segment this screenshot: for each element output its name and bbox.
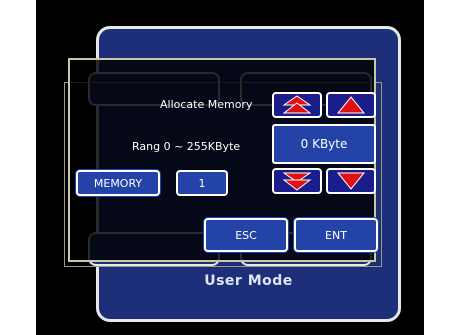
fast-up-button[interactable] — [272, 92, 322, 118]
up-button[interactable] — [326, 92, 376, 118]
double-up-arrow-icon — [282, 95, 312, 114]
user-mode-title: User Mode — [204, 273, 293, 289]
memory-button[interactable]: MEMORY — [76, 170, 160, 196]
fast-down-button[interactable] — [272, 168, 322, 194]
device-screen: User Mode Allocate Memory Rang 0 ~ 255KB… — [36, 0, 424, 335]
double-down-arrow-icon — [282, 172, 312, 191]
memory-value-display: 0 KByte — [272, 124, 376, 164]
dialog-heading: Allocate Memory — [160, 98, 253, 111]
down-button[interactable] — [326, 168, 376, 194]
up-arrow-icon — [336, 96, 366, 114]
esc-button[interactable]: ESC — [204, 218, 288, 252]
memory-index-field[interactable]: 1 — [176, 170, 228, 196]
down-arrow-icon — [336, 172, 366, 190]
ent-button[interactable]: ENT — [294, 218, 378, 252]
range-label: Rang 0 ~ 255KByte — [132, 140, 241, 153]
